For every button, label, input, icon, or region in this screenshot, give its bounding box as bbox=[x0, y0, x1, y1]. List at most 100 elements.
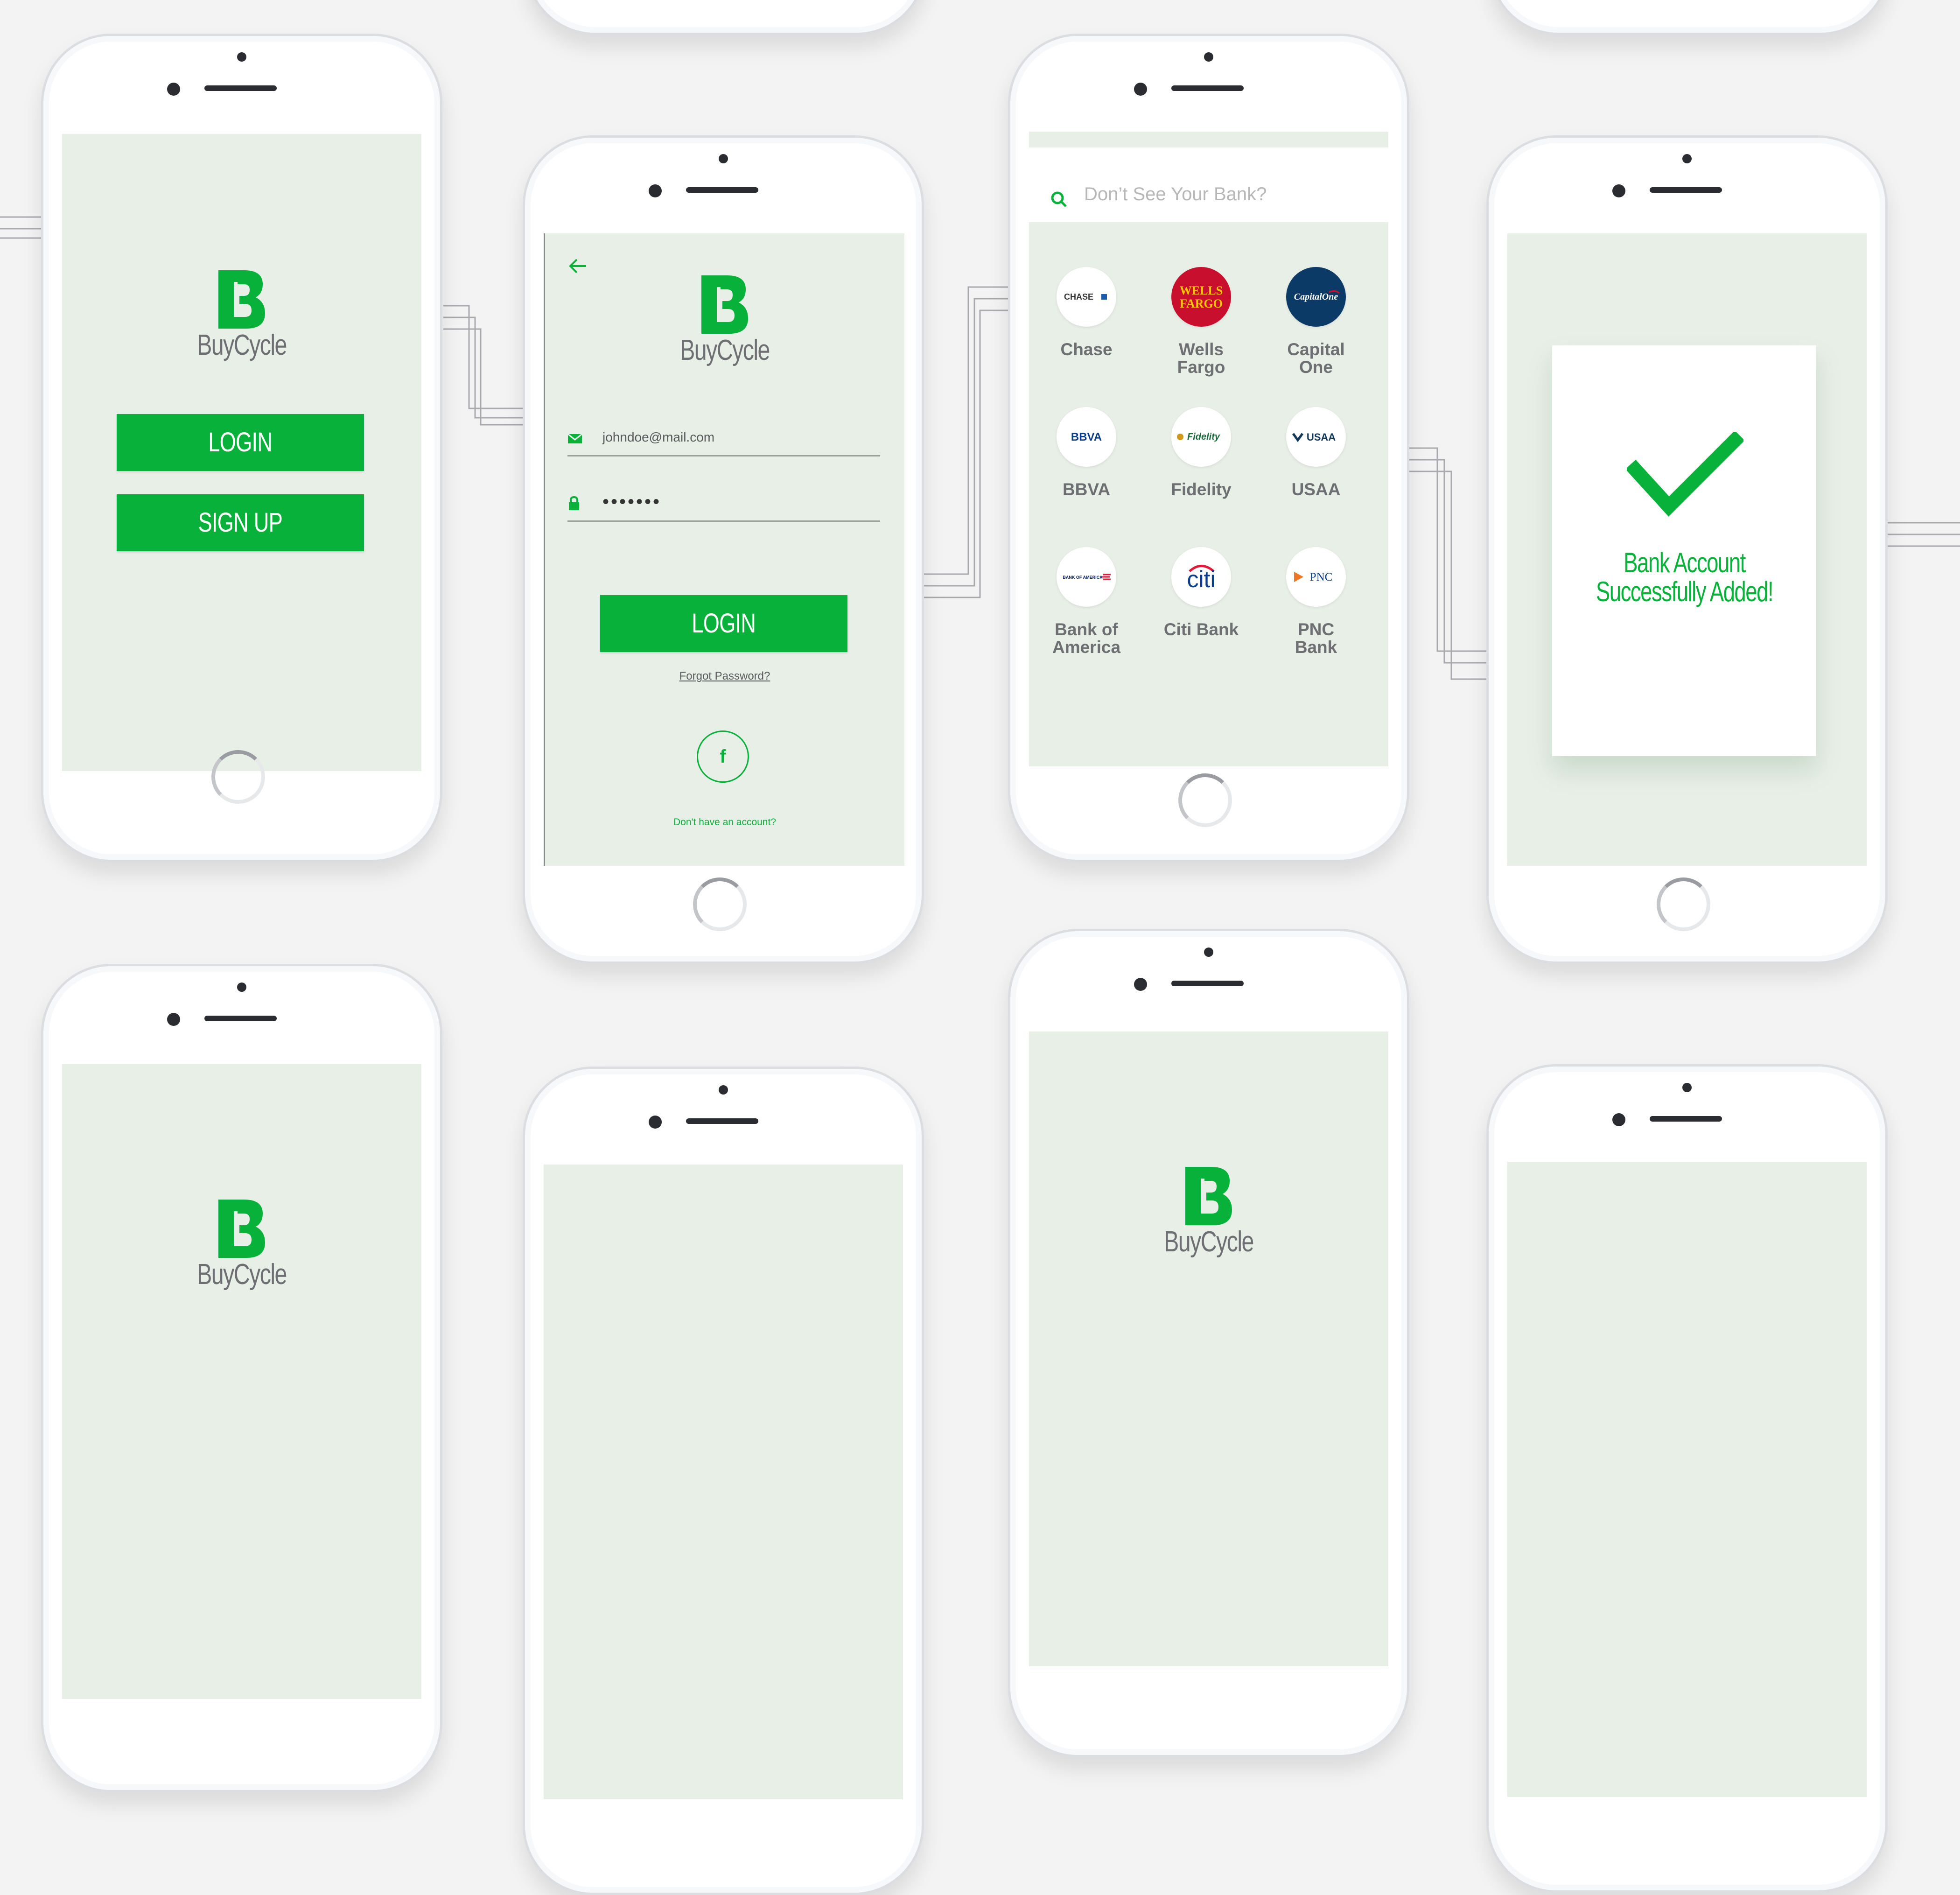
wells-fargo-logo-icon: WELLSFARGO bbox=[1180, 284, 1223, 310]
bank-name: USAA bbox=[1291, 480, 1341, 499]
signup-button[interactable]: SIGN UP bbox=[117, 494, 364, 551]
phone-top-partial-1 bbox=[525, 0, 926, 35]
bank-item-wells-fargo[interactable]: WELLS FARGO Wells Fargo bbox=[1144, 267, 1259, 376]
search-icon bbox=[1051, 191, 1067, 207]
password-field[interactable]: ••••••• bbox=[567, 483, 880, 522]
sensor-dot bbox=[719, 154, 728, 163]
bank-name: Bank of America bbox=[1052, 620, 1121, 657]
checkmark-icon bbox=[1627, 432, 1743, 517]
brand-name: BuyCycle bbox=[680, 334, 770, 366]
sensor-dot bbox=[237, 52, 246, 62]
login-button[interactable]: LOGIN bbox=[117, 414, 364, 471]
home-button[interactable] bbox=[693, 877, 747, 931]
citi-logo-icon: citi bbox=[1187, 565, 1216, 592]
bank-name: Capital One bbox=[1287, 340, 1345, 377]
earpiece-speaker bbox=[1171, 85, 1244, 91]
bank-item-citi[interactable]: citi Citi Bank bbox=[1144, 547, 1259, 639]
bank-search-placeholder: Don’t See Your Bank? bbox=[1084, 184, 1267, 204]
svg-text:WELLS: WELLS bbox=[1180, 284, 1223, 297]
bank-item-pnc[interactable]: PNC PNC Bank bbox=[1259, 547, 1373, 656]
earpiece-speaker bbox=[1650, 187, 1722, 193]
svg-text:CapitalOne: CapitalOne bbox=[1294, 292, 1338, 302]
buycycle-logo: BuyCycle bbox=[664, 275, 785, 367]
earpiece-speaker bbox=[204, 1016, 277, 1021]
front-camera bbox=[1134, 83, 1147, 96]
front-camera bbox=[1134, 978, 1147, 991]
front-camera bbox=[649, 184, 662, 197]
login-submit-button[interactable]: LOGIN bbox=[600, 595, 847, 652]
front-camera bbox=[1612, 184, 1625, 197]
buycycle-logo: BuyCycle bbox=[181, 270, 302, 362]
success-screen-partial bbox=[1507, 1162, 1867, 1797]
login-screen: BuyCycle johndoe@mail.com ••••••• LOGIN … bbox=[544, 233, 904, 866]
front-camera bbox=[167, 1013, 180, 1026]
bank-item-chase[interactable]: CHASE Chase bbox=[1029, 267, 1144, 358]
home-button[interactable] bbox=[1178, 773, 1232, 827]
phone-bank-select: Don’t See Your Bank? CHASE Chase WELLS FA… bbox=[1008, 34, 1409, 862]
signup-prompt-link[interactable]: Don't have an account? bbox=[545, 817, 904, 828]
buycycle-b-icon bbox=[218, 1200, 265, 1258]
sensor-dot bbox=[1682, 154, 1692, 163]
home-button[interactable] bbox=[211, 750, 265, 804]
capital-one-logo-icon: CapitalOne bbox=[1294, 290, 1340, 302]
bank-name: BBVA bbox=[1062, 480, 1111, 499]
front-camera bbox=[1612, 1113, 1625, 1126]
bank-item-fidelity[interactable]: Fidelity Fidelity bbox=[1144, 407, 1259, 498]
sensor-dot bbox=[237, 983, 246, 992]
sensor-dot bbox=[1204, 948, 1213, 957]
splash-screen-partial: BuyCycle bbox=[1029, 1032, 1388, 1666]
bank-name: Fidelity bbox=[1171, 480, 1232, 499]
envelope-icon bbox=[567, 433, 582, 443]
svg-text:FARGO: FARGO bbox=[1180, 297, 1223, 310]
bank-list-screen: Don’t See Your Bank? CHASE Chase WELLS FA… bbox=[1029, 132, 1388, 766]
bank-name: Chase bbox=[1060, 340, 1113, 359]
earpiece-speaker bbox=[686, 187, 758, 193]
phone-success-bottom bbox=[1486, 1064, 1888, 1893]
password-value: ••••••• bbox=[602, 491, 662, 512]
brand-name: BuyCycle bbox=[197, 329, 287, 361]
svg-text:CHASE: CHASE bbox=[1064, 292, 1093, 302]
bank-item-capital-one[interactable]: CapitalOne Capital One bbox=[1259, 267, 1373, 376]
sensor-dot bbox=[1204, 52, 1213, 62]
brand-name: BuyCycle bbox=[1164, 1226, 1254, 1258]
bank-item-usaa[interactable]: USAA USAA bbox=[1259, 407, 1373, 498]
arrow-left-icon[interactable] bbox=[567, 258, 588, 274]
phone-top-partial-2 bbox=[1489, 0, 1890, 35]
svg-text:USAA: USAA bbox=[1307, 431, 1336, 443]
earpiece-speaker bbox=[1650, 1116, 1722, 1122]
email-field[interactable]: johndoe@mail.com bbox=[567, 418, 880, 456]
brand-name: BuyCycle bbox=[197, 1258, 287, 1291]
success-card: Bank Account Successfully Added! bbox=[1552, 345, 1816, 756]
phone-login: BuyCycle johndoe@mail.com ••••••• LOGIN … bbox=[523, 135, 924, 964]
success-message: Bank Account Successfully Added! bbox=[1596, 547, 1773, 607]
fidelity-logo-icon: Fidelity bbox=[1177, 432, 1220, 442]
bank-name: Wells Fargo bbox=[1177, 340, 1225, 377]
lock-icon bbox=[569, 496, 579, 510]
bank-of-america-logo-icon: BANK OF AMERICA bbox=[1063, 574, 1111, 580]
usaa-logo-icon: USAA bbox=[1292, 431, 1336, 443]
bank-item-bbva[interactable]: BBVA BBVA bbox=[1029, 407, 1144, 498]
sensor-dot bbox=[719, 1085, 728, 1095]
bank-search-bar[interactable]: Don’t See Your Bank? bbox=[1029, 147, 1388, 222]
phone-login-bottom bbox=[523, 1067, 924, 1895]
buycycle-b-icon bbox=[701, 275, 748, 334]
svg-text:BBVA: BBVA bbox=[1071, 431, 1102, 443]
phone-success: Bank Account Successfully Added! bbox=[1486, 135, 1888, 964]
bank-name: Citi Bank bbox=[1163, 620, 1239, 639]
success-screen: Bank Account Successfully Added! bbox=[1507, 233, 1867, 866]
facebook-icon[interactable]: f bbox=[697, 730, 749, 783]
earpiece-speaker bbox=[686, 1118, 758, 1124]
email-value: johndoe@mail.com bbox=[602, 430, 715, 444]
svg-text:BANK OF AMERICA: BANK OF AMERICA bbox=[1063, 575, 1103, 580]
front-camera bbox=[649, 1116, 662, 1129]
svg-text:citi: citi bbox=[1187, 566, 1215, 592]
earpiece-speaker bbox=[204, 85, 277, 91]
forgot-password-link[interactable]: Forgot Password? bbox=[545, 670, 904, 683]
phone-welcome-bottom: BuyCycle bbox=[41, 964, 442, 1792]
chase-logo-icon: CHASE bbox=[1064, 292, 1107, 302]
phone-welcome: BuyCycle LOGIN SIGN UP bbox=[41, 34, 442, 862]
bank-item-bank-of-america[interactable]: BANK OF AMERICA Bank of America bbox=[1029, 547, 1144, 656]
welcome-screen-partial: BuyCycle bbox=[62, 1064, 421, 1699]
home-button[interactable] bbox=[1657, 877, 1710, 931]
svg-text:Fidelity: Fidelity bbox=[1187, 432, 1220, 442]
